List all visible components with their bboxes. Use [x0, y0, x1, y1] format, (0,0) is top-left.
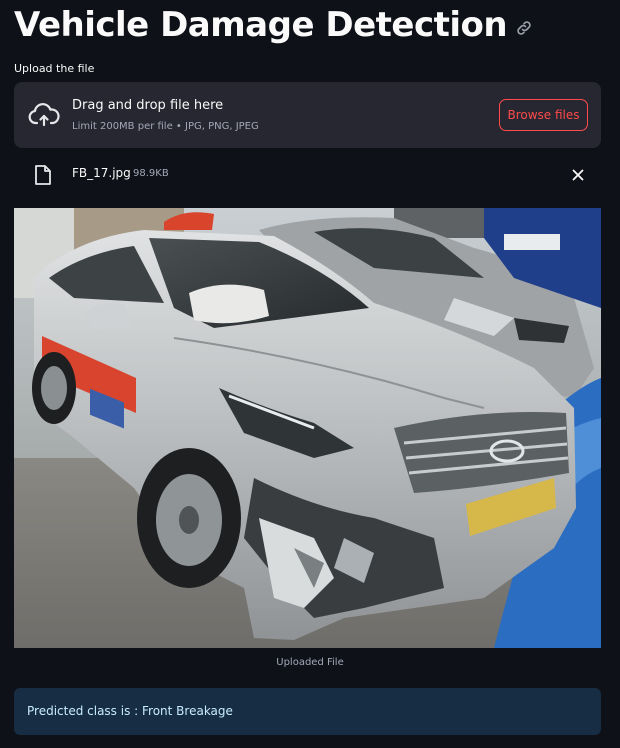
upload-label: Upload the file — [14, 62, 95, 75]
uploaded-image — [14, 208, 601, 648]
damaged-car-photo — [14, 208, 601, 648]
page-title: Vehicle Damage Detection — [14, 5, 508, 45]
dropzone-title: Drag and drop file here — [72, 98, 224, 113]
file-icon — [35, 165, 51, 185]
prediction-info-box: Predicted class is : Front Breakage — [14, 688, 601, 735]
file-dropzone[interactable]: Drag and drop file here Limit 200MB per … — [14, 82, 601, 148]
browse-files-button[interactable]: Browse files — [499, 99, 588, 131]
image-caption: Uploaded File — [276, 657, 344, 668]
close-icon[interactable] — [572, 169, 584, 181]
cloud-upload-icon — [28, 103, 60, 127]
dropzone-limit-text: Limit 200MB per file • JPG, PNG, JPEG — [72, 121, 259, 132]
prediction-text: Predicted class is : Front Breakage — [27, 704, 233, 718]
uploaded-file-row: FB_17.jpg 98.9KB — [14, 160, 601, 190]
app-page: Vehicle Damage Detection Upload the file… — [0, 0, 620, 748]
file-size: 98.9KB — [133, 168, 169, 179]
link-icon[interactable] — [515, 19, 533, 37]
file-name: FB_17.jpg — [72, 166, 131, 180]
title-row: Vehicle Damage Detection — [14, 2, 533, 48]
